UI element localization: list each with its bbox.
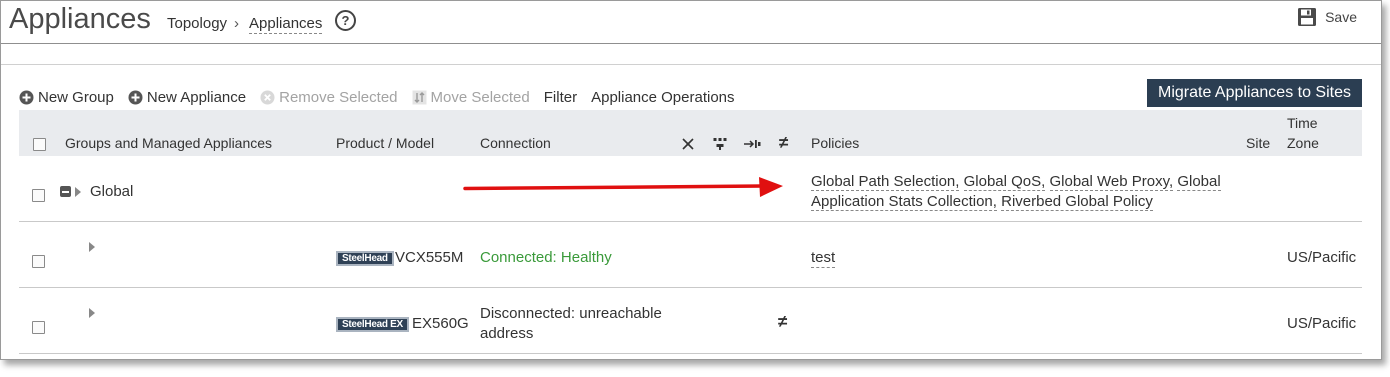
row-divider <box>19 287 1362 288</box>
annotation-arrow <box>463 177 783 197</box>
row-divider <box>19 353 1362 354</box>
row-divider <box>19 221 1362 222</box>
policy-link[interactable]: Riverbed Global Policy <box>1001 193 1153 211</box>
expand-arrow-icon[interactable] <box>89 308 95 318</box>
remove-selected-label: Remove Selected <box>279 89 398 106</box>
policy-link[interactable]: Global Web Proxy, <box>1049 173 1174 191</box>
policy-link[interactable]: Global QoS, <box>963 173 1046 191</box>
appliance-model[interactable]: EX560G <box>412 315 469 332</box>
select-all-checkbox[interactable] <box>33 138 46 151</box>
steelhead-ex-badge: SteelHead EX <box>336 317 409 332</box>
breadcrumb-topology[interactable]: Topology <box>167 15 227 32</box>
policy-link[interactable]: Global Path Selection, <box>811 173 960 191</box>
wrench-icon <box>682 138 694 150</box>
not-equal-icon: ≠ <box>779 133 789 152</box>
filter-label: Filter <box>543 89 578 106</box>
collapse-icon[interactable] <box>60 186 71 197</box>
help-icon[interactable]: ? <box>335 10 356 31</box>
breadcrumb-appliances[interactable]: Appliances <box>249 15 323 34</box>
table-header: Groups and Managed Appliances Product / … <box>19 110 1362 156</box>
save-label: Save <box>1325 9 1357 25</box>
save-icon <box>1298 8 1317 26</box>
new-group-label: New Group <box>38 89 114 106</box>
push-icon <box>744 140 761 148</box>
column-header-time[interactable]: Time <box>1287 115 1318 131</box>
appliance-model[interactable]: VCX555M <box>395 249 463 266</box>
column-header-zone[interactable]: Zone <box>1287 135 1319 151</box>
time-zone: US/Pacific <box>1287 249 1357 266</box>
page-title: Appliances <box>9 3 151 35</box>
policy-link[interactable]: test <box>811 249 836 268</box>
move-selected-label: Move Selected <box>430 89 530 106</box>
save-button[interactable]: Save <box>1297 7 1357 27</box>
header-divider-secondary <box>1 64 1381 65</box>
move-selected-button[interactable]: Move Selected <box>412 89 530 106</box>
plus-circle-icon <box>19 90 34 105</box>
connection-status-line2: address <box>480 325 534 342</box>
not-equal-icon: ≠ <box>778 312 788 331</box>
row-checkbox[interactable] <box>32 255 45 268</box>
policies-list: Global Path Selection, Global QoS, Globa… <box>811 173 1221 191</box>
column-header-policies[interactable]: Policies <box>811 135 859 151</box>
column-header-connection[interactable]: Connection <box>480 135 551 151</box>
remove-circle-icon <box>260 90 275 105</box>
header-divider <box>1 43 1381 44</box>
column-header-site[interactable]: Site <box>1246 135 1270 151</box>
column-header-product[interactable]: Product / Model <box>336 135 434 151</box>
appliance-operations-label: Appliance Operations <box>591 89 735 106</box>
group-name[interactable]: Global <box>90 183 133 200</box>
filter-button[interactable]: Filter <box>544 89 577 106</box>
breadcrumb-separator: › <box>234 15 239 32</box>
expand-arrow-icon[interactable] <box>75 187 81 197</box>
connection-status: Connected: Healthy <box>480 249 612 266</box>
move-arrows-icon <box>412 90 427 105</box>
new-appliance-button[interactable]: New Appliance <box>128 89 246 106</box>
row-checkbox[interactable] <box>32 321 45 334</box>
time-zone: US/Pacific <box>1287 315 1357 332</box>
appliance-operations-menu[interactable]: Appliance Operations <box>591 89 734 106</box>
column-header-groups[interactable]: Groups and Managed Appliances <box>65 135 272 151</box>
plus-circle-icon <box>128 90 143 105</box>
policy-link[interactable]: Application Stats Collection, <box>811 193 997 211</box>
policies-list-line2: Application Stats Collection, Riverbed G… <box>811 193 1153 211</box>
remove-selected-button[interactable]: Remove Selected <box>260 89 398 106</box>
network-icon <box>713 138 727 150</box>
toolbar: New Group New Appliance Remove Selected … <box>19 89 749 106</box>
connection-status: Disconnected: unreachable <box>480 305 662 322</box>
new-group-button[interactable]: New Group <box>19 89 114 106</box>
expand-arrow-icon[interactable] <box>89 242 95 252</box>
appliances-page: Appliances Topology › Appliances ? Save … <box>0 0 1382 360</box>
new-appliance-label: New Appliance <box>146 89 247 106</box>
steelhead-badge: SteelHead <box>336 251 394 266</box>
migrate-appliances-button[interactable]: Migrate Appliances to Sites <box>1147 79 1362 107</box>
policy-link[interactable]: Global <box>1177 173 1221 191</box>
row-checkbox[interactable] <box>32 189 45 202</box>
